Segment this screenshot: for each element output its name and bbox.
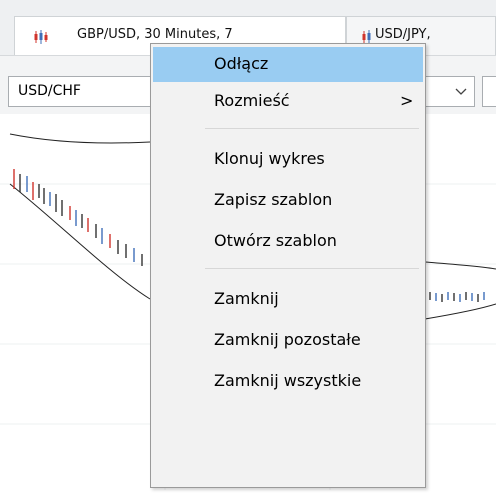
menu-item-label: Otwórz szablon xyxy=(214,231,337,250)
menu-item-label: Zamknij xyxy=(214,289,279,308)
menu-item-arrange[interactable]: Rozmieść > xyxy=(153,84,423,119)
menu-separator xyxy=(205,268,419,269)
menu-item-close-others[interactable]: Zamknij pozostałe xyxy=(153,323,423,358)
menu-item-open-template[interactable]: Otwórz szablon xyxy=(153,224,423,259)
channel-right-shape xyxy=(424,261,496,320)
menu-item-label: Rozmieść xyxy=(214,91,290,110)
candlestick-chart-icon xyxy=(34,30,48,44)
menu-item-label: Zamknij wszystkie xyxy=(214,371,362,390)
context-menu: Odłącz Rozmieść > Klonuj wykres Zapisz s… xyxy=(150,43,426,488)
menu-separator xyxy=(205,128,419,129)
menu-item-save-template[interactable]: Zapisz szablon xyxy=(153,183,423,218)
menu-item-clone-chart[interactable]: Klonuj wykres xyxy=(153,142,423,177)
symbol-value: USD/CHF xyxy=(18,83,81,99)
submenu-arrow-icon: > xyxy=(400,91,414,110)
menu-item-close[interactable]: Zamknij xyxy=(153,282,423,317)
menu-item-close-all[interactable]: Zamknij wszystkie xyxy=(153,364,423,399)
tab-label: GBP/USD, 30 Minutes, 7 xyxy=(77,27,233,42)
toolbar-button[interactable] xyxy=(482,76,496,107)
menu-item-detach[interactable]: Odłącz xyxy=(153,47,423,82)
tab-label: USD/JPY, xyxy=(375,27,431,42)
timeframe-select[interactable] xyxy=(425,76,475,107)
menu-item-label: Zamknij pozostałe xyxy=(214,330,361,349)
menu-item-label: Zapisz szablon xyxy=(214,190,333,209)
channel-upper-line xyxy=(9,133,151,144)
channel-lower-line xyxy=(9,183,151,300)
chevron-down-icon xyxy=(455,88,467,95)
menu-item-label: Odłącz xyxy=(214,54,269,73)
menu-item-label: Klonuj wykres xyxy=(214,149,325,168)
